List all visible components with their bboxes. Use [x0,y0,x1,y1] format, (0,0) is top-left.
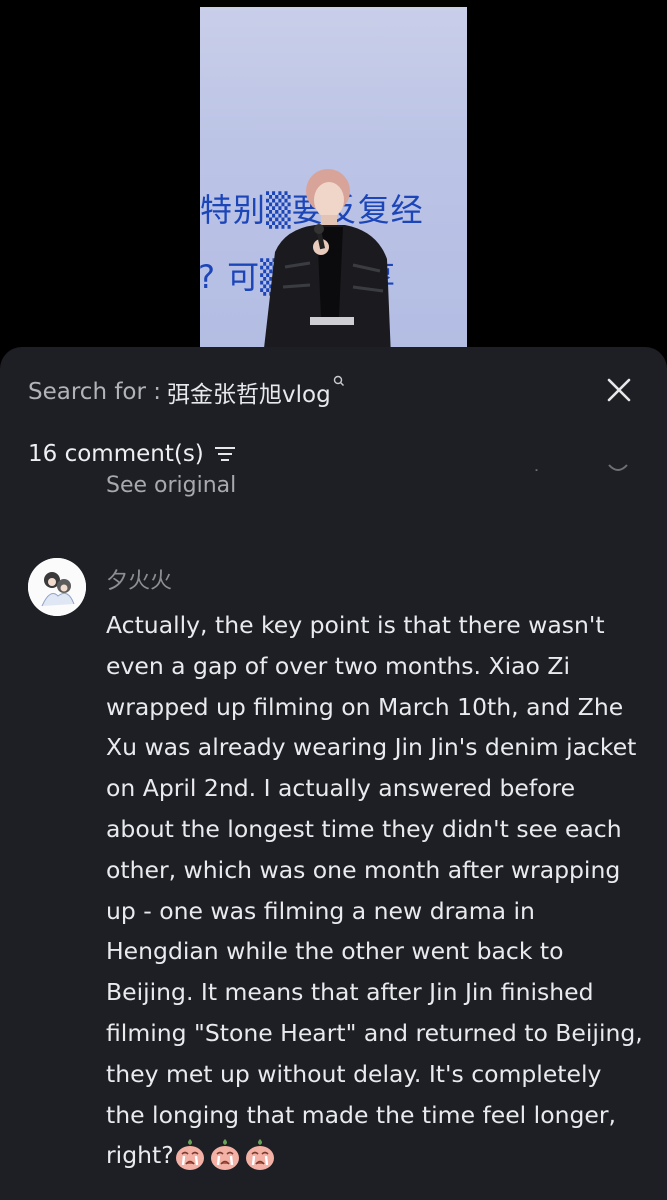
comment-body: Actually, the key point is that there wa… [106,611,643,1170]
comments-header: 16 comment(s) [28,441,236,467]
search-query[interactable]: 弭金张哲旭vlog [167,375,331,409]
search-prefix: Search for : [28,379,162,405]
emoji-group [174,1139,279,1171]
performer-figure [263,169,391,352]
avatar-image [28,558,86,616]
see-original-link[interactable]: See original [106,473,236,498]
comment-username[interactable]: 夕火火 [106,563,172,595]
sort-filter-icon[interactable] [214,445,236,463]
video-player[interactable]: 特别▒要反复经 ? 可▒ 以分享 [200,7,467,352]
partial-like-icon [608,464,628,471]
comments-sheet: Search for : 弭金张哲旭vlog 16 comment(s) ˙ S… [0,347,667,1200]
crying-emoji-icon [175,1139,204,1171]
crying-emoji-icon [210,1139,239,1171]
comment-count: 16 comment(s) [28,441,204,467]
comment-text: Actually, the key point is that there wa… [106,605,646,1176]
search-suggestion[interactable]: Search for : 弭金张哲旭vlog [28,375,345,409]
close-button[interactable] [604,375,634,405]
close-icon [607,378,631,402]
crying-emoji-icon [245,1139,274,1171]
partial-icon: ˙ [532,467,541,488]
avatar[interactable] [28,558,86,616]
search-icon [333,375,345,391]
